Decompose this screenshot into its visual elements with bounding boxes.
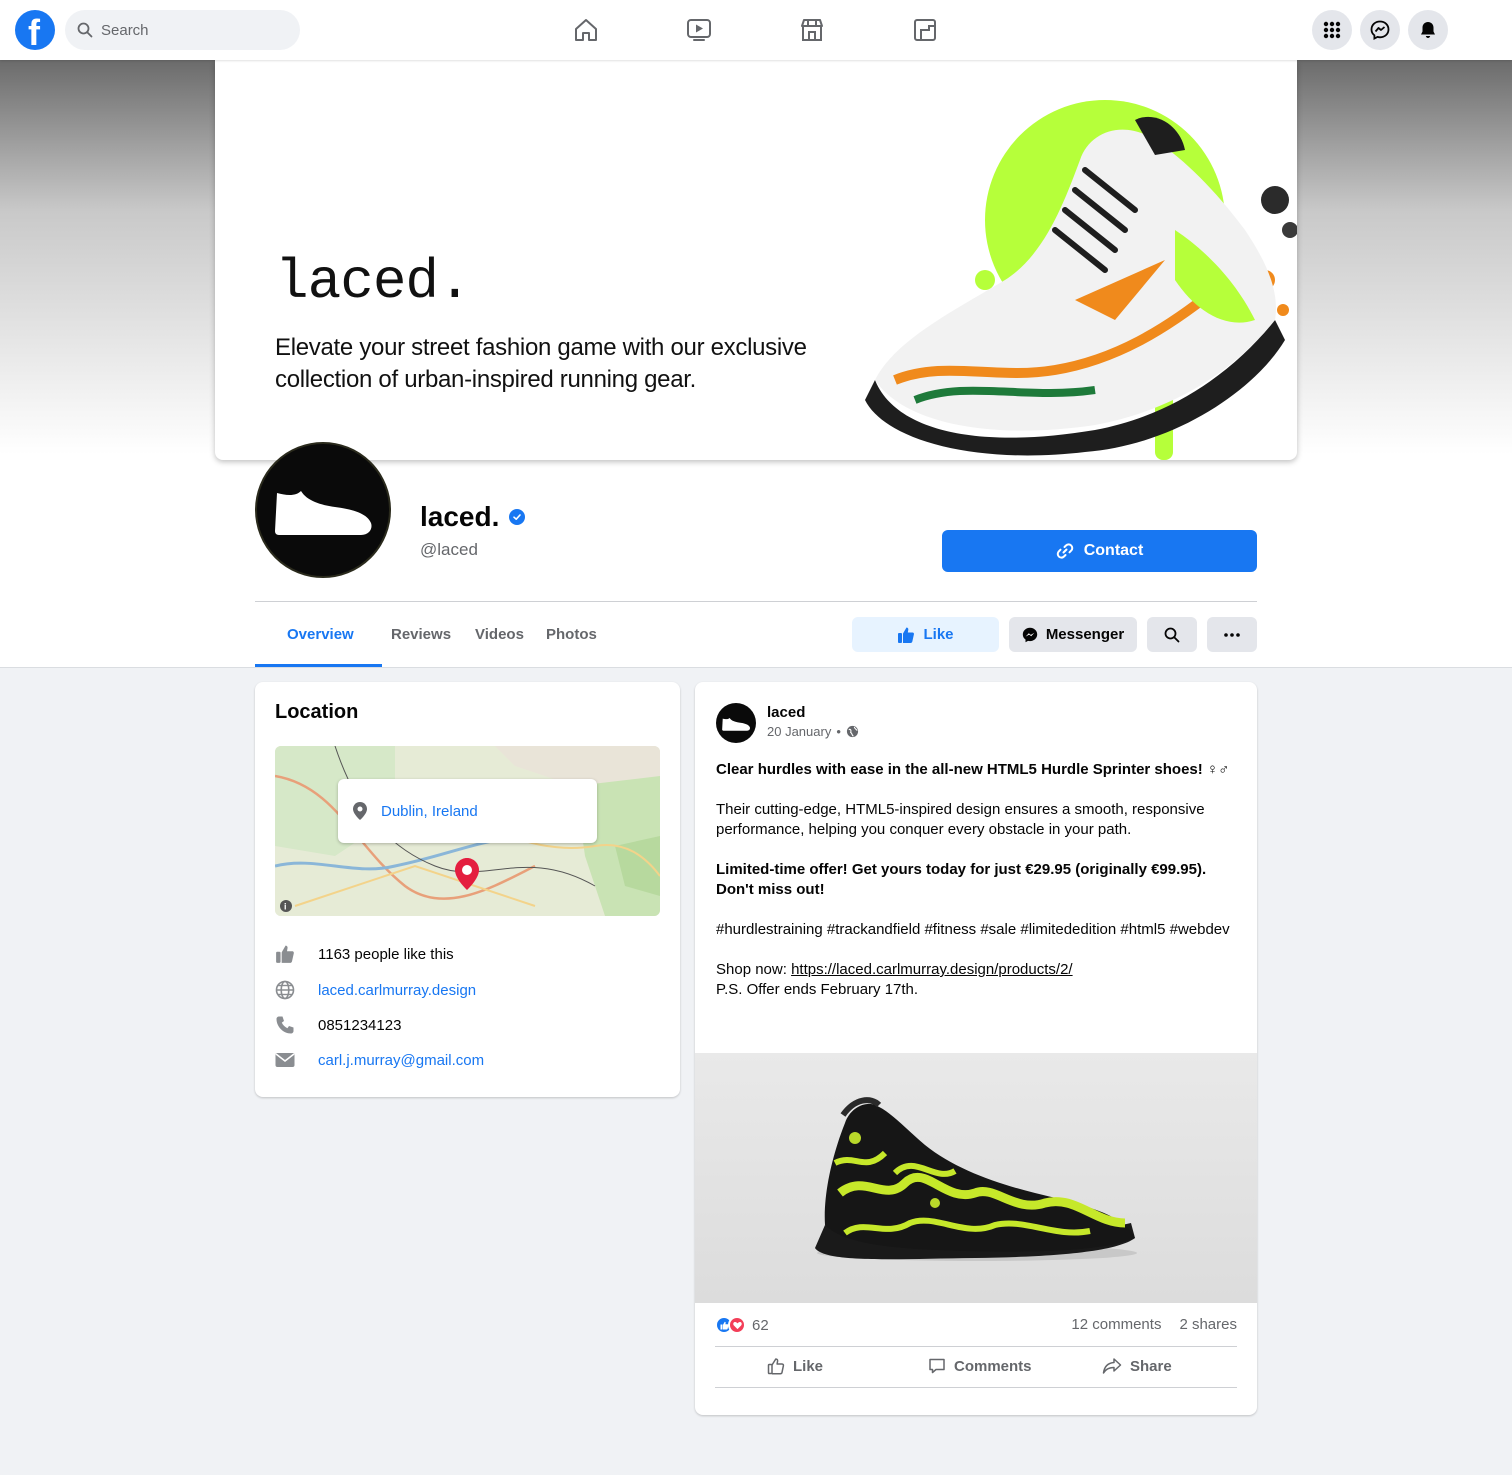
cover-tagline: Elevate your street fashion game with ou… [275,334,807,393]
post-share-label: Share [1130,1357,1172,1375]
comment-icon [929,1358,945,1374]
tab-reviews[interactable]: Reviews [391,617,451,651]
post-author-avatar[interactable] [716,703,756,743]
thumbs-up-icon [274,943,296,965]
verified-badge-icon [509,509,526,525]
contact-button[interactable]: Contact [942,530,1257,572]
notifications-icon[interactable] [1408,10,1448,50]
location-map[interactable]: i Dublin, Ireland [275,746,660,916]
reaction-icons [715,1316,746,1334]
post-comment-label: Comments [954,1357,1032,1375]
menu-grid-icon[interactable] [1312,10,1352,50]
website-link[interactable]: laced.carlmurray.design [318,982,476,999]
map-location-card[interactable]: Dublin, Ireland [338,779,597,843]
product-shoe-image [815,1097,1137,1261]
public-globe-icon [846,725,858,738]
cover-brand-text: laced. [275,250,472,314]
messenger-icon[interactable] [1360,10,1400,50]
envelope-icon [274,1049,296,1071]
messenger-button-label: Messenger [1045,626,1125,643]
thumbs-up-outline-icon [767,1358,785,1375]
link-icon [1056,543,1073,559]
phone-icon [274,1014,296,1036]
website-info-row[interactable]: laced.carlmurray.design [274,978,476,1002]
tab-videos[interactable]: Videos [475,617,524,651]
map-marker-icon [455,858,479,890]
like-page-button[interactable]: Like [852,617,999,652]
reaction-count: 62 [752,1316,769,1334]
post-hashtags[interactable]: #hurdlestraining #trackandfield #fitness… [716,920,1236,940]
post-card: laced 20 January • Clear hurdles with ea… [695,682,1257,1415]
share-icon [1102,1358,1122,1374]
cover-photo: laced. Elevate your street fashion game … [215,60,1297,460]
marketplace-icon[interactable] [796,14,828,46]
phone-info-row: 0851234123 [274,1013,401,1037]
actions-bottom-divider [715,1387,1237,1388]
gaming-icon[interactable] [909,14,941,46]
map-location-name: Dublin, Ireland [381,802,478,820]
page-name-text: laced. [420,501,500,532]
more-dots-icon [1224,632,1240,637]
post-ps: P.S. Offer ends February 17th. [716,981,919,998]
location-title: Location [275,701,359,723]
home-icon[interactable] [570,14,602,46]
likes-count-text: 1163 people like this [318,945,454,963]
actions-top-divider [715,1346,1237,1347]
phone-number-text: 0851234123 [318,1016,402,1034]
location-card: Location i Dublin, Ireland 1163 people l… [255,682,680,1097]
more-options-button[interactable] [1207,617,1257,652]
post-comment-button[interactable]: Comments [928,1356,1032,1376]
top-navigation-bar: f [0,0,1512,60]
watch-icon[interactable] [683,14,715,46]
tab-overview[interactable]: Overview [287,617,354,651]
globe-icon [274,979,296,1001]
cover-shoe-illustration [865,100,1297,460]
search-icon [77,22,93,38]
post-image[interactable] [695,1053,1257,1303]
post-meta: 20 January • [767,724,859,739]
contact-button-label: Contact [1083,542,1144,559]
svg-text:i: i [284,902,287,912]
page-title: laced. [420,501,526,533]
love-reaction-icon [728,1316,746,1334]
map-pin-icon [353,802,367,820]
post-author-name[interactable]: laced [767,704,805,721]
likes-info-row: 1163 people like this [274,942,454,966]
like-page-label: Like [923,626,954,643]
post-date[interactable]: 20 January [767,724,831,739]
post-headline: Clear hurdles with ease in the all-new H… [716,761,1230,778]
page-search-button[interactable] [1147,617,1197,652]
active-tab-indicator [255,664,382,667]
post-shop-line: Shop now: https://laced.carlmurray.desig… [716,960,1236,980]
messenger-button[interactable]: Messenger [1009,617,1137,652]
post-reactions[interactable]: 62 [715,1316,769,1334]
header-divider [255,601,1257,602]
shares-count[interactable]: 2 shares [1179,1316,1237,1333]
post-like-label: Like [793,1357,824,1375]
search-icon [1164,627,1180,642]
post-text: Clear hurdles with ease in the all-new H… [716,760,1236,1000]
post-paragraph: Their cutting-edge, HTML5-inspired desig… [716,801,1205,838]
shoe-logo-icon [275,491,372,535]
post-like-button[interactable]: Like [767,1356,823,1376]
search-bar[interactable] [65,10,300,50]
post-counts: 12 comments 2 shares [1071,1316,1237,1333]
facebook-logo-icon[interactable]: f [15,10,55,53]
search-input[interactable] [101,21,281,39]
messenger-icon [1022,627,1038,642]
post-share-button[interactable]: Share [1102,1356,1172,1376]
page-profile-picture[interactable] [255,442,391,578]
tab-photos[interactable]: Photos [546,617,597,651]
thumbs-up-icon [898,627,915,643]
post-offer: Limited-time offer! Get yours today for … [716,861,1207,898]
email-link[interactable]: carl.j.murray@gmail.com [318,1052,484,1069]
shop-prefix: Shop now: [716,961,792,978]
email-info-row[interactable]: carl.j.murray@gmail.com [274,1048,484,1072]
meta-separator: • [836,724,841,739]
shop-link[interactable]: https://laced.carlmurray.design/products… [791,961,1073,978]
shoe-logo-icon [722,717,750,731]
comments-count[interactable]: 12 comments [1071,1316,1161,1333]
page-handle: @laced [420,540,478,559]
